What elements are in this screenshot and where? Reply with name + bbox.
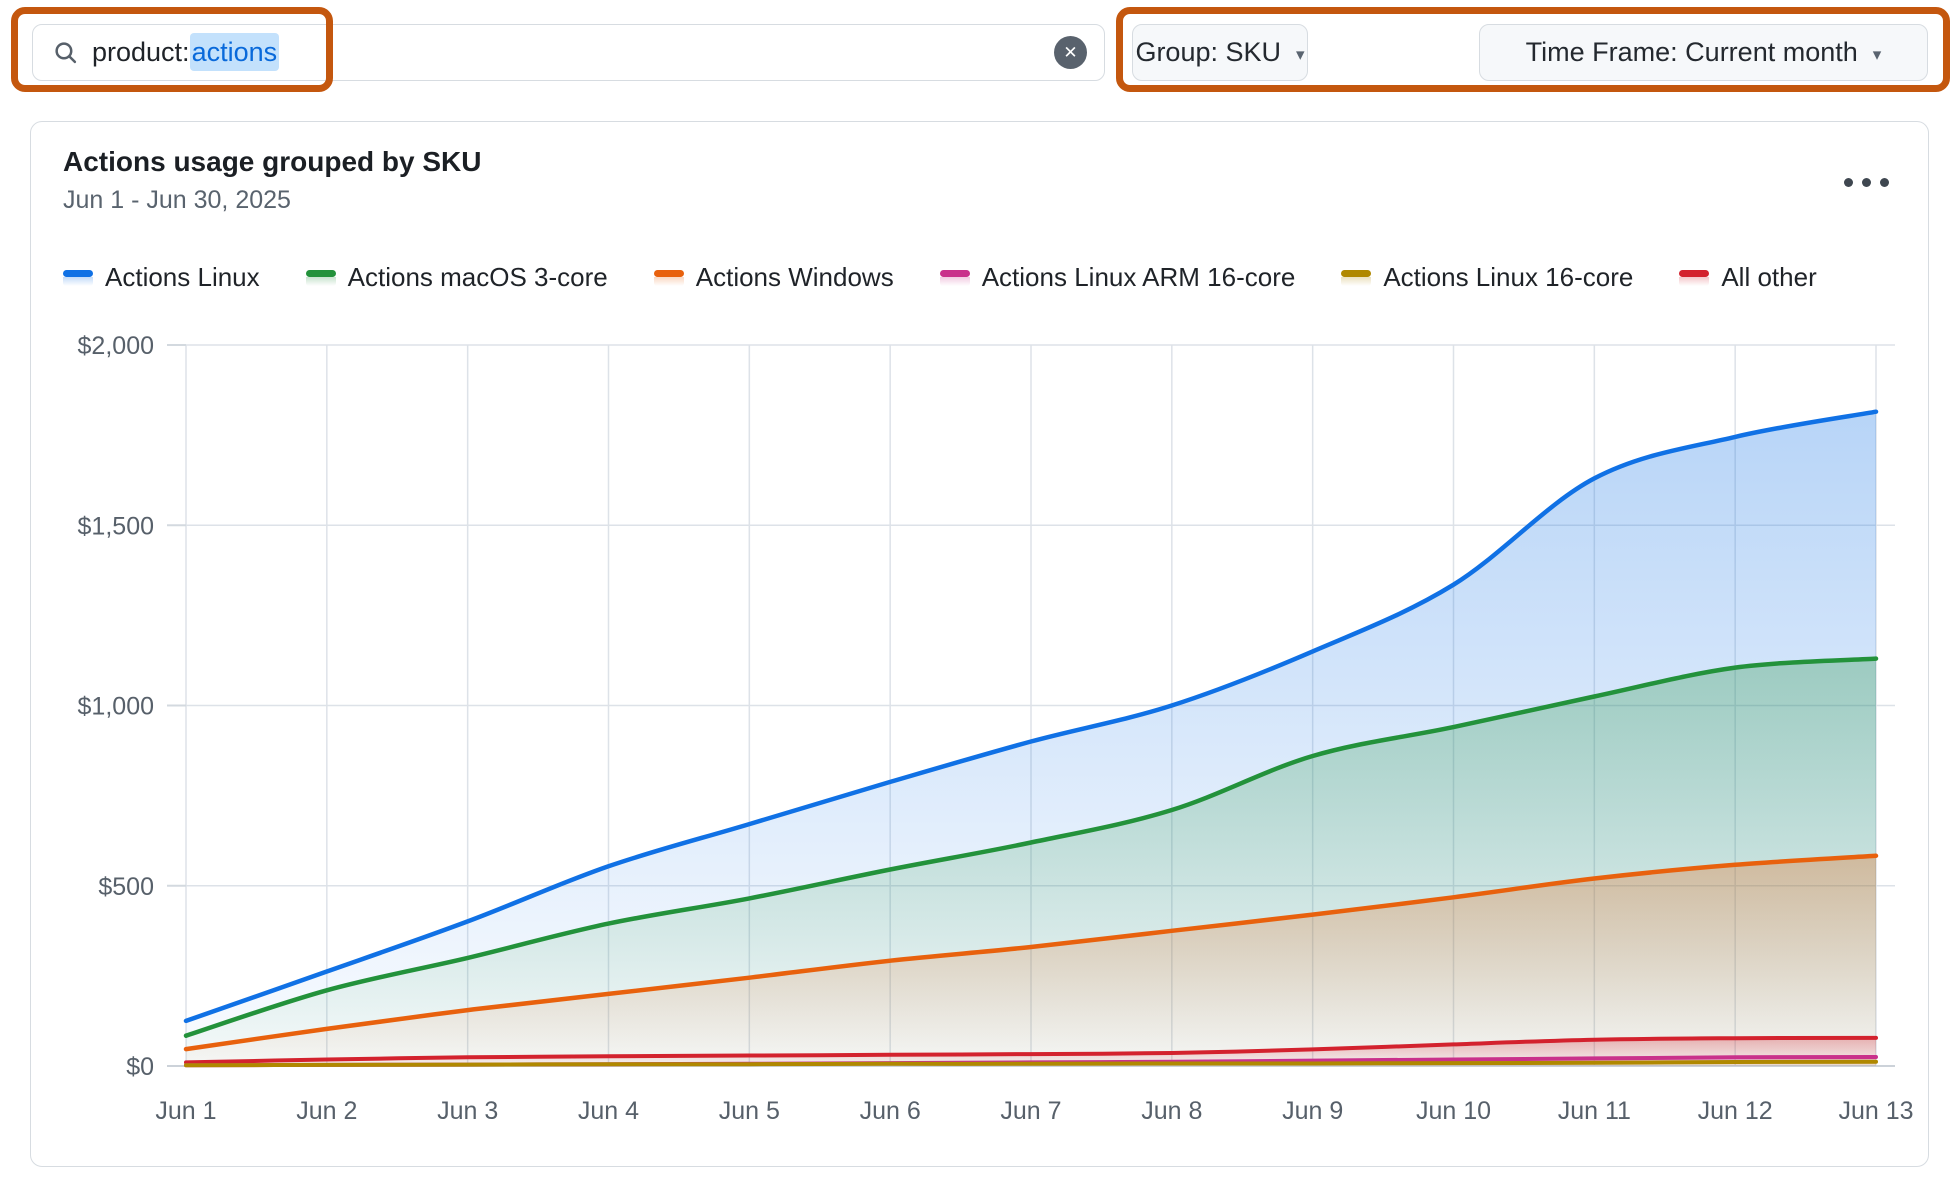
group-dropdown-label: Group: SKU [1135, 37, 1281, 68]
chevron-down-icon: ▾ [1873, 45, 1882, 65]
svg-text:Jun 11: Jun 11 [1558, 1097, 1631, 1125]
svg-text:Jun 5: Jun 5 [719, 1097, 780, 1125]
svg-text:Jun 10: Jun 10 [1416, 1097, 1491, 1125]
page: { "toolbar": { "search": { "value_prefix… [0, 0, 1960, 1182]
search-query-prefix: product: [92, 37, 190, 67]
svg-text:$1,000: $1,000 [78, 693, 154, 721]
svg-text:Jun 7: Jun 7 [1000, 1097, 1061, 1125]
svg-text:$0: $0 [126, 1053, 154, 1081]
svg-text:Jun 2: Jun 2 [296, 1097, 357, 1125]
svg-text:Jun 12: Jun 12 [1698, 1097, 1773, 1125]
chevron-down-icon: ▾ [1296, 45, 1305, 65]
svg-text:Jun 1: Jun 1 [155, 1097, 216, 1125]
svg-text:$2,000: $2,000 [78, 332, 154, 360]
usage-chart[interactable]: $0 $500 $1,000 $1,500 $2,000 Jun 1 Jun 2 Jun 3 J… [31, 122, 1930, 1168]
search-query-selected-text: actions [190, 33, 280, 71]
svg-text:Jun 9: Jun 9 [1282, 1097, 1343, 1125]
svg-text:Jun 13: Jun 13 [1838, 1097, 1913, 1125]
timeframe-dropdown[interactable]: Time Frame: Current month ▾ [1479, 24, 1928, 81]
svg-text:Jun 8: Jun 8 [1141, 1097, 1202, 1125]
search-query: product:actions [92, 37, 279, 68]
group-dropdown[interactable]: Group: SKU ▾ [1132, 24, 1308, 81]
svg-text:Jun 6: Jun 6 [860, 1097, 921, 1125]
search-input[interactable]: product:actions ✕ [32, 24, 1105, 81]
svg-text:Jun 4: Jun 4 [578, 1097, 639, 1125]
svg-text:Jun 3: Jun 3 [437, 1097, 498, 1125]
svg-text:$1,500: $1,500 [78, 512, 154, 540]
clear-icon: ✕ [1063, 43, 1077, 63]
timeframe-dropdown-label: Time Frame: Current month [1526, 37, 1858, 68]
search-icon [53, 40, 78, 65]
clear-search-button[interactable]: ✕ [1054, 36, 1087, 69]
svg-text:$500: $500 [98, 873, 154, 901]
usage-card: Actions usage grouped by SKU Jun 1 - Jun… [30, 121, 1929, 1167]
